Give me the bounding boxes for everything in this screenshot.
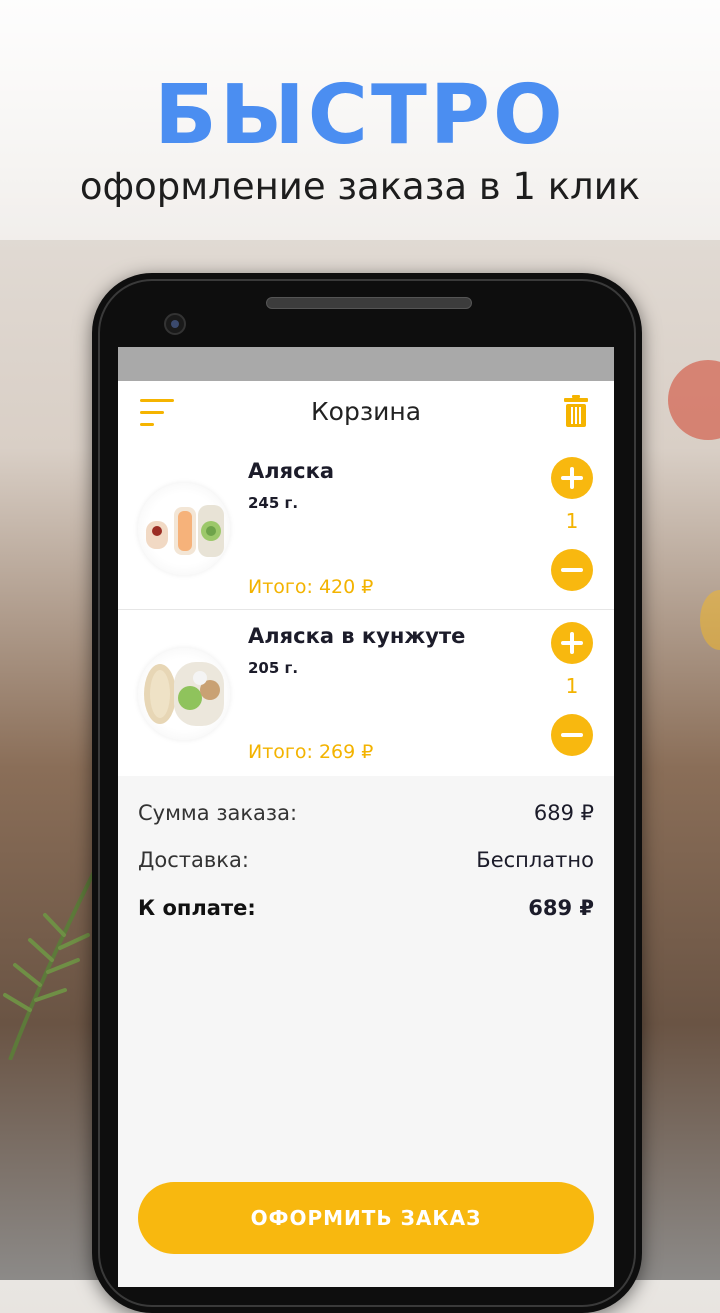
order-sum-label: Сумма заказа: [138, 801, 298, 825]
checkout-button[interactable]: ОФОРМИТЬ ЗАКАЗ [138, 1182, 594, 1254]
status-bar [118, 347, 614, 381]
product-image [138, 483, 230, 575]
delivery-value: Бесплатно [476, 848, 594, 872]
product-image [138, 648, 230, 740]
delivery-label: Доставка: [138, 848, 249, 872]
promo-subline: оформление заказа в 1 клик [79, 165, 641, 208]
item-weight: 245 г. [248, 494, 299, 512]
promo-headline: БЫСТРО [154, 68, 566, 163]
increase-quantity-button[interactable] [551, 457, 593, 499]
decrease-quantity-button[interactable] [551, 714, 593, 756]
item-quantity: 1 [565, 674, 579, 698]
trash-icon[interactable] [564, 395, 588, 427]
order-sum-value: 689 ₽ [533, 801, 594, 825]
item-weight: 205 г. [248, 659, 299, 677]
item-total: Итого: 269 ₽ [248, 741, 374, 763]
to-pay-value: 689 ₽ [528, 896, 594, 920]
item-name: Аляска [248, 459, 334, 483]
item-name: Аляска в кунжуте [248, 624, 466, 648]
app-screen: Корзина Аляска 245 г. Итого: 420 ₽ 1 Аля… [118, 347, 614, 1287]
phone-speaker [266, 297, 472, 309]
decrease-quantity-button[interactable] [551, 549, 593, 591]
increase-quantity-button[interactable] [551, 622, 593, 664]
page-title: Корзина [310, 397, 422, 426]
tomato-decor [668, 360, 720, 440]
item-quantity: 1 [565, 509, 579, 533]
item-total: Итого: 420 ₽ [248, 576, 374, 598]
cart-item: Аляска 245 г. Итого: 420 ₽ 1 [118, 445, 614, 611]
cart-item: Аляска в кунжуте 205 г. Итого: 269 ₽ 1 [118, 609, 614, 776]
to-pay-label: К оплате: [138, 896, 256, 920]
phone-camera [164, 313, 186, 335]
app-bar: Корзина [118, 381, 614, 445]
pepper-decor [700, 590, 720, 650]
